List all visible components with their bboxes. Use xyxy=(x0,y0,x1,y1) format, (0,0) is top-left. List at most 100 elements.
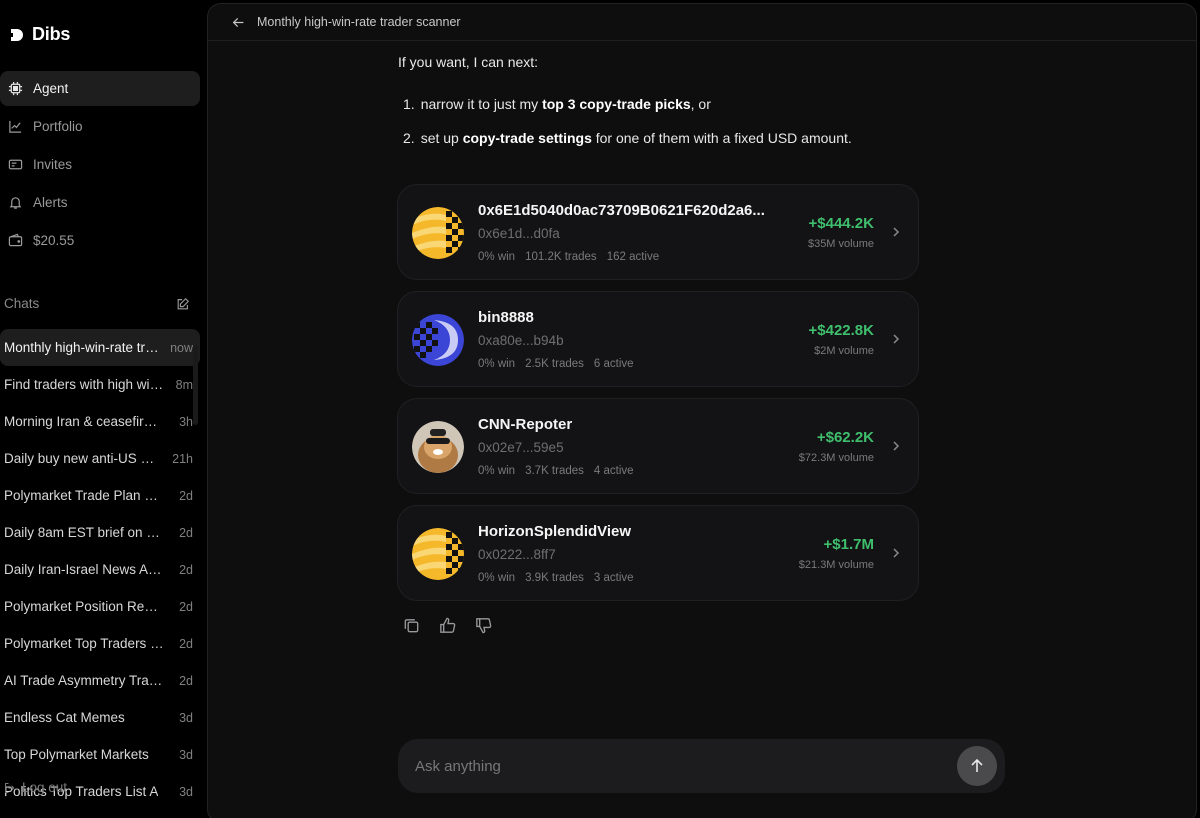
active-count: 4 active xyxy=(593,465,634,477)
chat-time: now xyxy=(170,340,193,355)
chat-item[interactable]: Daily buy new anti-US markets 21h xyxy=(0,440,200,477)
chat-item[interactable]: Find traders with high win rate 8m xyxy=(0,366,200,403)
message-intro: If you want, I can next: xyxy=(398,54,539,70)
nav-item-agent[interactable]: Agent xyxy=(0,71,200,106)
step-item: 1. narrow it to just my top 3 copy-trade… xyxy=(403,96,928,112)
trade-count: 2.5K trades xyxy=(525,358,584,370)
trader-stats: 0% win 3.7K trades 4 active xyxy=(478,465,634,477)
chat-item[interactable]: Morning Iran & ceasefire brief 3h xyxy=(0,403,200,440)
chat-title: AI Trade Asymmetry Tracker xyxy=(4,673,164,688)
logout-button[interactable]: Log out xyxy=(4,780,67,795)
sidebar: Dibs Agent Portfolio Invites Alerts $20.… xyxy=(0,0,207,818)
chat-time: 3d xyxy=(179,710,193,725)
trader-name: bin8888 xyxy=(478,309,534,326)
chat-list-scrollbar[interactable] xyxy=(193,345,198,425)
chart-line-icon xyxy=(9,120,22,133)
top-bar: Monthly high-win-rate trader scanner xyxy=(208,4,1196,41)
trader-pnl: +$1.7M xyxy=(823,536,874,553)
prompt-input[interactable] xyxy=(415,739,935,793)
step-text: set up copy-trade settings for one of th… xyxy=(421,130,852,146)
step-text-post: , or xyxy=(690,96,711,112)
step-text-pre: set up xyxy=(420,130,463,146)
trade-count: 3.9K trades xyxy=(525,572,584,584)
chats-header: Chats xyxy=(4,296,190,311)
step-number: 1. xyxy=(403,96,415,112)
logout-icon xyxy=(5,782,15,793)
arrow-up-icon xyxy=(971,758,983,772)
trader-name: CNN-Repoter xyxy=(478,416,573,433)
trader-stats: 0% win 2.5K trades 6 active xyxy=(478,358,634,370)
chat-item[interactable]: Monthly high-win-rate trader scanner now xyxy=(0,329,200,366)
chat-title: Polymarket Trade Plan Builder xyxy=(4,488,164,503)
chat-title: Daily buy new anti-US markets xyxy=(4,451,164,466)
trader-card[interactable]: bin8888 0xa80e...b94b 0% win 2.5K trades… xyxy=(397,291,919,387)
step-text-bold: copy-trade settings xyxy=(462,130,592,146)
chat-item[interactable]: Polymarket Top Traders & Markets 2d xyxy=(0,625,200,662)
win-rate: 0% win xyxy=(478,465,516,477)
chat-item[interactable]: Daily 8am EST brief on all markets 2d xyxy=(0,514,200,551)
chat-item[interactable]: AI Trade Asymmetry Tracker 2d xyxy=(0,662,200,699)
trader-volume: $72.3M volume xyxy=(798,452,874,464)
chevron-right-icon xyxy=(893,227,900,237)
chat-title: Daily Iran-Israel News Alerts xyxy=(4,562,164,577)
chat-item[interactable]: Polymarket Trade Plan Builder 2d xyxy=(0,477,200,514)
chat-composer xyxy=(398,739,1005,793)
trader-name: 0x6E1d5040d0ac73709B0621F620d2a6... xyxy=(478,202,765,219)
message-actions xyxy=(402,616,493,635)
chats-title: Chats xyxy=(4,296,40,311)
trader-avatar xyxy=(412,207,464,259)
brand[interactable]: Dibs xyxy=(8,24,70,45)
trader-volume: $21.3M volume xyxy=(798,559,874,571)
nav-label: Alerts xyxy=(33,195,68,210)
step-text-post: for one of them with a fixed USD amount. xyxy=(591,130,852,146)
trader-address: 0x0222...8ff7 xyxy=(478,547,556,562)
trader-card[interactable]: CNN-Repoter 0x02e7...59e5 0% win 3.7K tr… xyxy=(397,398,919,494)
thumbs-up-icon[interactable] xyxy=(438,616,457,635)
win-rate: 0% win xyxy=(478,251,516,263)
trader-volume: $35M volume xyxy=(807,238,874,250)
step-item: 2. set up copy-trade settings for one of… xyxy=(403,130,928,146)
trader-volume: $2M volume xyxy=(814,345,874,357)
nav-label: Agent xyxy=(33,81,69,96)
chat-item[interactable]: Top Polymarket Markets 3d xyxy=(0,736,200,773)
chevron-right-icon xyxy=(893,441,900,451)
nav-item-invites[interactable]: Invites xyxy=(0,147,200,182)
chat-time: 3h xyxy=(179,414,193,429)
trade-count: 3.7K trades xyxy=(525,465,584,477)
step-text: narrow it to just my top 3 copy-trade pi… xyxy=(421,96,711,112)
chat-title: Daily 8am EST brief on all markets xyxy=(4,525,164,540)
copy-icon[interactable] xyxy=(402,616,421,635)
chat-time: 2d xyxy=(179,525,193,540)
step-number: 2. xyxy=(403,130,415,146)
back-arrow-icon[interactable] xyxy=(232,16,245,29)
nav-item-portfolio[interactable]: Portfolio xyxy=(0,109,200,144)
active-count: 3 active xyxy=(593,572,634,584)
nav-item-alerts[interactable]: Alerts xyxy=(0,185,200,220)
chat-time: 3d xyxy=(179,747,193,762)
chat-item[interactable]: Endless Cat Memes 3d xyxy=(0,699,200,736)
chat-item[interactable]: Polymarket Position Review 2d xyxy=(0,588,200,625)
chat-time: 2d xyxy=(179,636,193,651)
chat-time: 21h xyxy=(172,451,193,466)
nav-label: Invites xyxy=(33,157,73,172)
trader-address: 0x02e7...59e5 xyxy=(478,440,564,455)
send-button[interactable] xyxy=(957,746,997,786)
assistant-message: If you want, I can next: 1. narrow it to… xyxy=(398,54,928,164)
bell-icon xyxy=(9,197,22,209)
step-text-pre: narrow it to just my xyxy=(420,96,543,112)
main-nav: Agent Portfolio Invites Alerts $20.55 xyxy=(0,71,200,261)
nav-item-wallet[interactable]: $20.55 xyxy=(0,223,200,258)
new-chat-icon[interactable] xyxy=(176,297,190,311)
chat-item[interactable]: Daily Iran-Israel News Alerts 2d xyxy=(0,551,200,588)
trader-pnl: +$422.8K xyxy=(808,322,874,339)
trader-cards: 0x6E1d5040d0ac73709B0621F620d2a6... 0x6e… xyxy=(397,184,919,612)
thumbs-down-icon[interactable] xyxy=(474,616,493,635)
wallet-icon xyxy=(8,233,23,247)
logout-label: Log out xyxy=(22,780,68,795)
chevron-right-icon xyxy=(893,334,900,344)
nav-label: Portfolio xyxy=(33,119,83,134)
chat-title: Endless Cat Memes xyxy=(4,710,125,725)
chevron-right-icon xyxy=(893,548,900,558)
trader-card[interactable]: HorizonSplendidView 0x0222...8ff7 0% win… xyxy=(397,505,919,601)
trader-card[interactable]: 0x6E1d5040d0ac73709B0621F620d2a6... 0x6e… xyxy=(397,184,919,280)
